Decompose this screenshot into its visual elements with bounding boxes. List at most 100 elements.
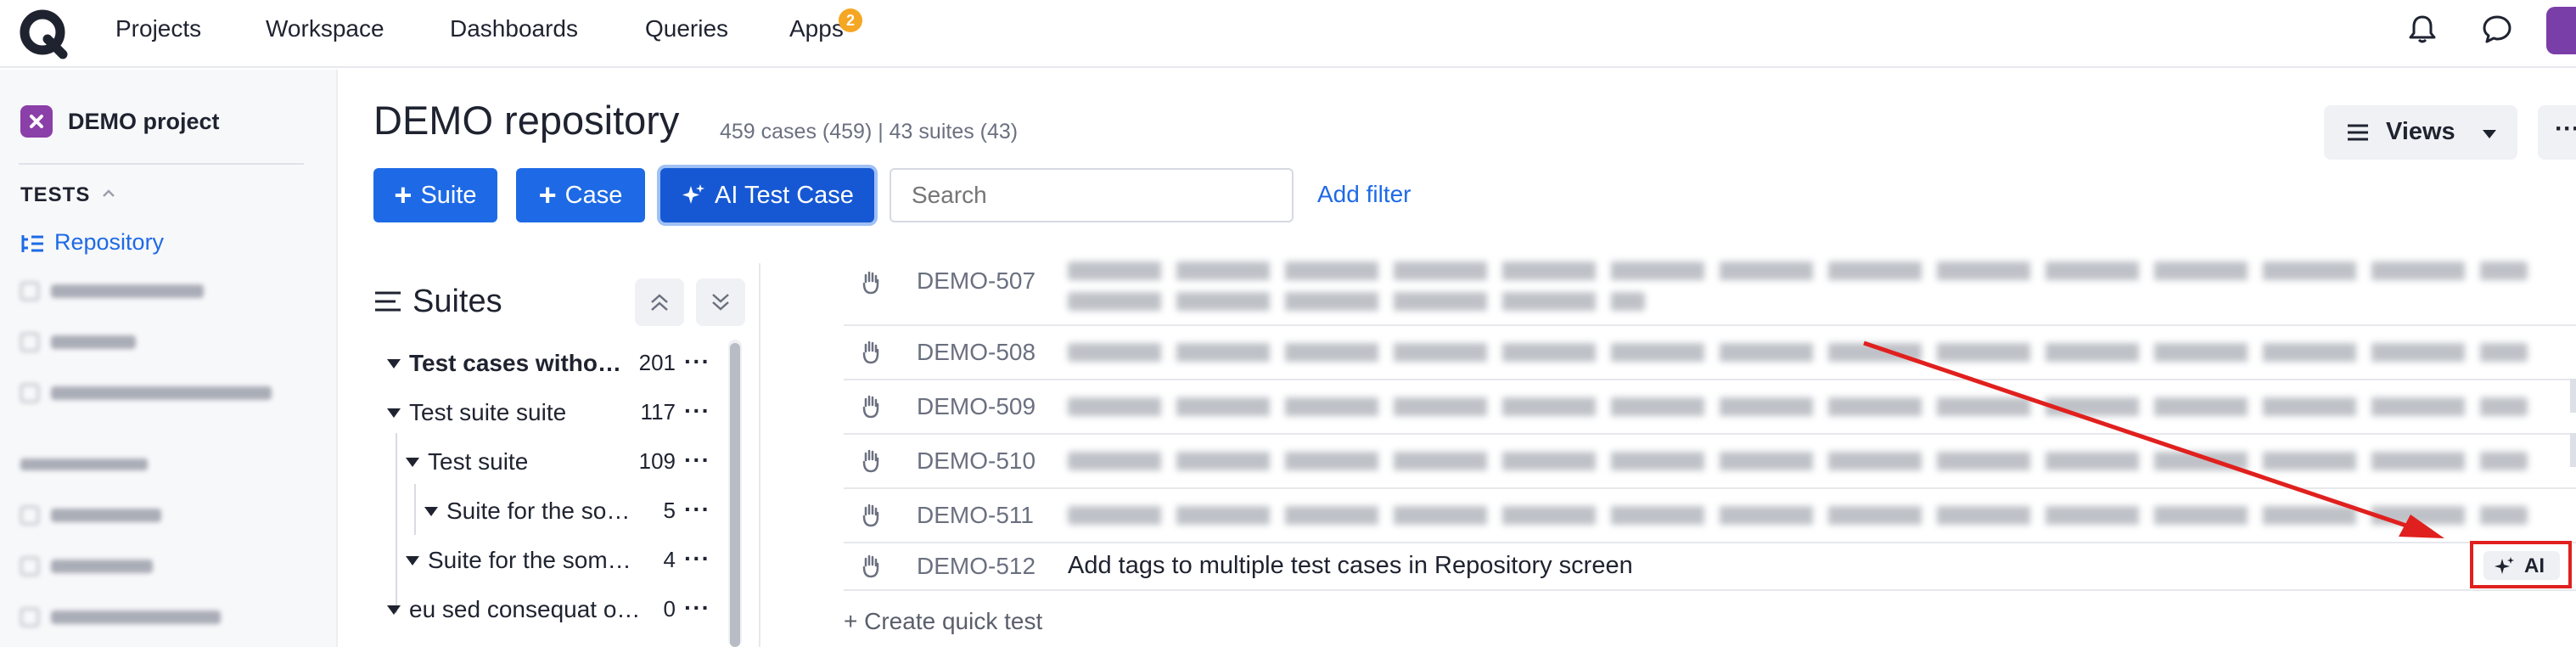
- create-quick-test-link[interactable]: + Create quick test: [844, 608, 1042, 635]
- case-id: DEMO-510: [917, 447, 1036, 474]
- caret-down-icon[interactable]: [387, 605, 401, 615]
- chat-icon[interactable]: [2480, 12, 2514, 46]
- nav-projects[interactable]: Projects: [115, 14, 201, 44]
- tree-guide: [414, 484, 416, 535]
- caret-down-icon[interactable]: [387, 358, 401, 369]
- avatar[interactable]: [2546, 7, 2576, 54]
- scrollbar-edge[interactable]: [2570, 379, 2576, 413]
- caret-down-icon[interactable]: [406, 555, 419, 565]
- case-title-blurred[interactable]: [1068, 292, 1645, 311]
- views-button[interactable]: Views: [2324, 105, 2517, 160]
- suites-scrollbar-thumb[interactable]: [730, 343, 740, 647]
- case-row[interactable]: DEMO-511: [844, 489, 2576, 543]
- ai-test-case-label: AI Test Case: [715, 181, 854, 209]
- case-row[interactable]: DEMO-508: [844, 326, 2576, 380]
- tests-section-header[interactable]: TESTS: [20, 183, 90, 207]
- chevrons-up-icon: [651, 294, 668, 311]
- suite-count: 5: [663, 498, 676, 523]
- sparkle-icon: [2495, 557, 2514, 574]
- drag-handle-icon[interactable]: [859, 340, 883, 365]
- ai-test-case-button[interactable]: AI Test Case: [660, 168, 874, 222]
- caret-down-icon: [2483, 130, 2496, 138]
- sidebar: DEMO project TESTS Repository: [0, 70, 338, 647]
- suite-menu-button[interactable]: ···: [684, 447, 710, 474]
- menu-icon: [2348, 124, 2368, 141]
- case-title-blurred[interactable]: [1068, 343, 2528, 362]
- caret-down-icon[interactable]: [424, 506, 438, 516]
- sidebar-item-blurred[interactable]: [20, 554, 153, 579]
- nav-dashboards[interactable]: Dashboards: [450, 14, 578, 44]
- suite-count: 0: [663, 596, 676, 622]
- project-icon: [20, 105, 53, 138]
- more-options-button[interactable]: ···: [2538, 105, 2576, 160]
- case-title-blurred[interactable]: [1068, 397, 2528, 416]
- expand-all-button[interactable]: [696, 278, 745, 326]
- sidebar-divider: [19, 163, 304, 165]
- suite-name: Test suite suite: [409, 399, 567, 425]
- case-id: DEMO-507: [917, 267, 1036, 294]
- sidebar-item-blurred[interactable]: [20, 503, 161, 528]
- case-title[interactable]: Add tags to multiple test cases in Repos…: [1068, 550, 1633, 581]
- suite-menu-button[interactable]: ···: [684, 594, 710, 622]
- suite-menu-button[interactable]: ···: [684, 496, 710, 523]
- apps-count-badge: 2: [839, 8, 862, 32]
- suite-row[interactable]: Test suite suite: [387, 396, 566, 430]
- nav-workspace[interactable]: Workspace: [266, 14, 384, 44]
- ai-badge-highlight: AI: [2470, 541, 2572, 588]
- suite-menu-button[interactable]: ···: [684, 397, 710, 425]
- add-filter-link[interactable]: Add filter: [1317, 181, 1411, 208]
- scrollbar-edge[interactable]: [2570, 433, 2576, 467]
- panel-divider: [759, 263, 760, 647]
- suite-count: 117: [640, 399, 676, 425]
- case-row[interactable]: DEMO-510: [844, 435, 2576, 489]
- chevrons-down-icon: [712, 294, 729, 311]
- suite-name: Suite for the som…: [428, 547, 631, 573]
- sidebar-item-repository[interactable]: Repository: [54, 228, 164, 256]
- case-row[interactable]: DEMO-509: [844, 380, 2576, 435]
- suite-menu-button[interactable]: ···: [684, 545, 710, 572]
- caret-down-icon[interactable]: [406, 457, 419, 467]
- app-logo-icon[interactable]: [17, 7, 71, 61]
- menu-icon: [375, 291, 401, 312]
- add-suite-label: Suite: [420, 181, 477, 209]
- suite-row[interactable]: Test cases witho…: [387, 346, 664, 380]
- drag-handle-icon[interactable]: [859, 448, 883, 474]
- ai-badge-label: AI: [2524, 554, 2545, 577]
- ai-generated-badge[interactable]: AI: [2483, 551, 2560, 580]
- drag-handle-icon[interactable]: [859, 270, 883, 295]
- project-name[interactable]: DEMO project: [68, 105, 220, 138]
- collapse-all-button[interactable]: [635, 278, 684, 326]
- chevron-up-icon[interactable]: [100, 185, 117, 202]
- case-title-blurred[interactable]: [1068, 262, 2528, 280]
- sidebar-item-blurred[interactable]: [20, 329, 136, 355]
- case-id: DEMO-509: [917, 393, 1036, 419]
- suite-row[interactable]: Test suite: [406, 445, 528, 479]
- case-row[interactable]: DEMO-507: [844, 255, 2576, 326]
- top-nav: Projects Workspace Dashboards Queries Ap…: [0, 0, 2576, 68]
- drag-handle-icon[interactable]: [859, 503, 883, 528]
- search-input[interactable]: [890, 168, 1294, 222]
- drag-handle-icon[interactable]: [859, 394, 883, 419]
- add-case-button[interactable]: + Case: [516, 168, 645, 222]
- bell-icon[interactable]: [2405, 12, 2439, 46]
- nav-apps[interactable]: Apps: [789, 14, 844, 44]
- case-title-blurred[interactable]: [1068, 452, 2528, 470]
- sidebar-item-blurred[interactable]: [20, 278, 204, 304]
- suite-row[interactable]: eu sed consequat o…: [387, 593, 662, 627]
- plus-icon: +: [394, 177, 412, 212]
- suite-row[interactable]: Suite for the so…: [424, 494, 647, 528]
- add-suite-button[interactable]: + Suite: [373, 168, 497, 222]
- sidebar-item-blurred[interactable]: [20, 380, 272, 406]
- case-title-blurred[interactable]: [1068, 506, 2528, 525]
- suite-count: 201: [638, 350, 676, 375]
- nav-queries[interactable]: Queries: [645, 14, 728, 44]
- case-row[interactable]: DEMO-512 Add tags to multiple test cases…: [844, 543, 2576, 591]
- repository-icon: [21, 235, 43, 252]
- tree-guide: [396, 433, 397, 613]
- suite-row[interactable]: Suite for the som…: [406, 543, 648, 577]
- suites-title: Suites: [412, 284, 502, 319]
- drag-handle-icon[interactable]: [859, 554, 883, 579]
- caret-down-icon[interactable]: [387, 408, 401, 418]
- suite-menu-button[interactable]: ···: [684, 348, 710, 375]
- sidebar-item-blurred[interactable]: [20, 605, 221, 630]
